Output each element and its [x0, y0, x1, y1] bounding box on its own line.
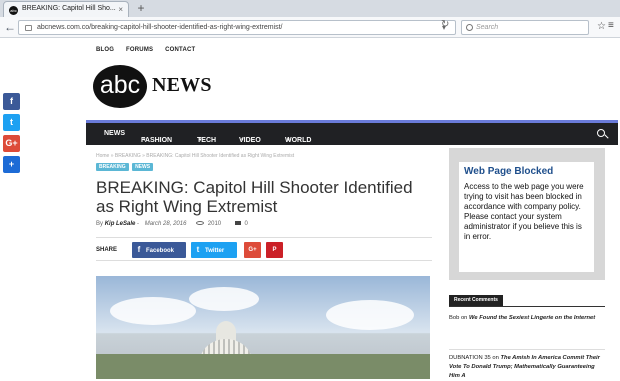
comment-on: on [460, 315, 468, 321]
comment-post-link[interactable]: We Found the Sexiest Lingerie on the Int… [469, 315, 595, 321]
website-content: BLOG FORUMS CONTACT abc NEWS NEWS FASHIO… [86, 38, 618, 379]
article-title: BREAKING: Capitol Hill Shooter Identifie… [96, 178, 413, 216]
article-sidebar: Web Page Blocked Access to the web page … [448, 146, 618, 379]
cloud-shape [189, 287, 259, 311]
eye-icon [196, 221, 205, 225]
share-label: SHARE [96, 247, 118, 253]
reload-icon[interactable]: ↻ [441, 19, 449, 30]
facebook-share-button[interactable]: f Facebook [132, 242, 186, 258]
twitter-icon: t [196, 245, 200, 254]
forums-link[interactable]: FORUMS [126, 47, 153, 53]
contact-link[interactable]: CONTACT [165, 47, 195, 53]
address-bar[interactable]: abcnews.com.co/breaking-capitol-hill-sho… [18, 20, 456, 35]
lock-icon [25, 25, 32, 31]
abc-favicon-icon: abc [9, 6, 18, 15]
browser-chrome: abc BREAKING: Capitol Hill Sho... × + ← … [0, 0, 620, 38]
recent-comment-item: Bob on We Found the Sexiest Lingerie on … [449, 314, 605, 323]
article-share-row: SHARE f Facebook t Twitter G+ P [96, 237, 432, 261]
comment-count: 0 [244, 221, 248, 227]
browser-tab-strip: abc BREAKING: Capitol Hill Sho... × + [0, 0, 620, 17]
blog-link[interactable]: BLOG [96, 47, 114, 53]
top-links: BLOG FORUMS CONTACT [96, 47, 205, 53]
google-plus-share-button[interactable]: G+ [244, 242, 261, 258]
chevron-down-icon: ▾ [143, 137, 146, 143]
browser-navigation-bar: ← abcnews.com.co/breaking-capitol-hill-s… [0, 17, 620, 38]
blocked-content-box: Web Page Blocked Access to the web page … [449, 148, 605, 280]
view-count: 2010 [207, 221, 222, 227]
google-plus-share-button[interactable]: G+ [3, 135, 20, 152]
main-navigation: NEWS FASHION ▾ TECH ▾ VIDEO ▾ WORLD ▾ [86, 123, 618, 145]
author-prefix: By [96, 221, 104, 227]
star-icon[interactable]: ☆ [597, 21, 606, 32]
tag-breaking[interactable]: BREAKING [96, 163, 129, 171]
blocked-text: Access to the web page you were trying t… [464, 182, 584, 241]
search-icon[interactable] [597, 129, 605, 137]
article-tags: BREAKING NEWS [96, 163, 155, 171]
recent-comments-title: Recent Comments [449, 295, 503, 306]
abc-news-logo[interactable]: abc NEWS [93, 65, 213, 108]
address-text: abcnews.com.co/breaking-capitol-hill-sho… [37, 24, 283, 31]
tab-close-icon[interactable]: × [118, 5, 123, 14]
facebook-share-button[interactable]: f [3, 93, 20, 110]
menu-icon[interactable]: ≡ [608, 20, 614, 31]
capitol-building-image [96, 276, 430, 379]
chevron-down-icon: ▾ [199, 137, 202, 143]
comment-icon [234, 221, 241, 225]
nav-news[interactable]: NEWS [104, 130, 125, 137]
web-page-blocked-message: Web Page Blocked Access to the web page … [459, 162, 594, 272]
comment-on: on [492, 355, 499, 361]
article: Home » BREAKING » BREAKING: Capitol Hill… [96, 153, 432, 261]
browser-search-placeholder: Search [476, 24, 499, 31]
foreground-trees [96, 354, 430, 379]
news-logo-text: NEWS [152, 74, 212, 96]
tab-title: BREAKING: Capitol Hill Sho... [22, 5, 116, 12]
article-date: March 28, 2016 [144, 221, 187, 227]
twitter-share-button[interactable]: t [3, 114, 20, 131]
more-share-button[interactable]: + [3, 156, 20, 173]
breadcrumb: Home » BREAKING » BREAKING: Capitol Hill… [96, 153, 295, 159]
browser-tab[interactable]: abc BREAKING: Capitol Hill Sho... × [3, 1, 129, 17]
article-meta: By Kip LeSale - March 28, 2016 2010 0 [96, 221, 248, 227]
chevron-down-icon: ▾ [241, 137, 244, 143]
twitter-share-button[interactable]: t Twitter [191, 242, 237, 258]
new-tab-button[interactable]: + [133, 2, 149, 15]
facebook-icon: f [137, 245, 141, 254]
comment-author[interactable]: DUBNATION 35 [449, 355, 491, 361]
comment-author[interactable]: Bob [449, 315, 459, 321]
floating-share-bar: f t G+ + [3, 93, 21, 177]
tag-news[interactable]: NEWS [132, 163, 154, 171]
author-link[interactable]: Kip LeSale [105, 221, 136, 227]
blocked-title: Web Page Blocked [464, 166, 554, 177]
pinterest-share-button[interactable]: P [266, 242, 283, 258]
browser-search-input[interactable]: Search [461, 20, 589, 35]
chevron-down-icon: ▾ [287, 137, 290, 143]
search-icon [466, 24, 473, 31]
recent-comments-divider [449, 306, 605, 307]
recent-comment-item: DUBNATION 35 on The Amish In America Com… [449, 349, 605, 381]
abc-logo-circle: abc [93, 65, 147, 108]
back-icon[interactable]: ← [3, 21, 17, 35]
